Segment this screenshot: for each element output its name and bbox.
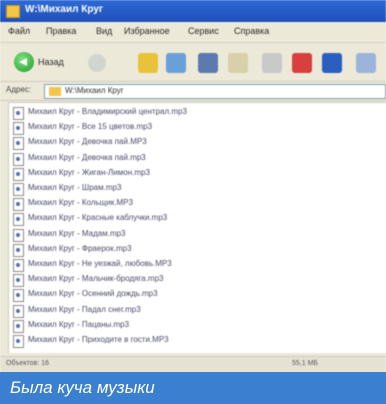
back-button-label[interactable]: Назад (38, 57, 64, 67)
audio-file-icon (13, 304, 24, 318)
file-name: Михаил Круг - Девочка пай.mp3 (28, 152, 146, 162)
audio-file-icon (13, 289, 24, 303)
menu-help[interactable]: Справка (234, 26, 269, 36)
audio-file-icon (13, 213, 24, 227)
undo-icon[interactable] (322, 53, 342, 73)
file-name: Михаил Круг - Пацаны.mp3 (28, 319, 130, 329)
views-icon[interactable] (356, 53, 376, 73)
caption-bar: Была куча музыки (0, 372, 386, 404)
file-row[interactable]: Михаил Круг - Мальчик-бродяга.mp3 (13, 274, 373, 288)
folder-icon (49, 87, 61, 96)
folder-icon (6, 5, 20, 18)
search-icon[interactable] (166, 53, 186, 73)
file-row[interactable]: Михаил Круг - Приходите в гости.MP3 (13, 335, 373, 348)
address-input[interactable]: W:\Михаил Круг (44, 84, 386, 99)
up-folder-icon[interactable] (138, 53, 158, 73)
file-name: Михаил Круг - Жиган-Лимон.mp3 (28, 167, 150, 177)
file-row[interactable]: Михаил Круг - Фраерок.mp3 (13, 243, 373, 257)
explorer-window: W:\Михаил Круг Файл Правка Вид Избранное… (0, 0, 386, 373)
title-bar[interactable]: W:\Михаил Круг (0, 0, 386, 22)
file-name: Михаил Круг - Не уезжай, любовь.MP3 (28, 259, 172, 268)
file-row[interactable]: Михаил Круг - Падал снег.mp3 (13, 304, 373, 318)
file-row[interactable]: Михаил Круг - Девочка пай.MP3 (13, 137, 373, 151)
cut-icon[interactable] (198, 53, 218, 73)
file-name: Михаил Круг - Кольщик.MP3 (28, 198, 133, 208)
file-name: Михаил Круг - Падал снег.mp3 (28, 304, 141, 314)
file-row[interactable]: Михаил Круг - Пацаны.mp3 (13, 319, 373, 333)
audio-file-icon (13, 107, 24, 120)
menu-view[interactable]: Вид (96, 26, 112, 36)
file-name: Михаил Круг - Все 15 цветов.mp3 (28, 122, 153, 132)
audio-file-icon (13, 259, 24, 272)
file-row[interactable]: Михаил Круг - Девочка пай.mp3 (13, 152, 373, 166)
toolbar: Назад (0, 43, 386, 82)
file-row[interactable]: Михаил Круг - Жиган-Лимон.mp3 (13, 167, 373, 181)
screenshot-photo: W:\Михаил Круг Файл Правка Вид Избранное… (0, 0, 386, 404)
menu-favorites[interactable]: Избранное (124, 26, 170, 36)
audio-file-icon (13, 274, 24, 288)
file-name: Михаил Круг - Девочка пай.MP3 (28, 137, 147, 147)
window-title: W:\Михаил Круг (25, 4, 104, 15)
audio-file-icon (13, 122, 24, 136)
back-icon[interactable] (14, 52, 34, 72)
file-name: Михаил Круг - Шрам.mp3 (28, 183, 122, 192)
audio-file-icon (13, 319, 24, 333)
file-name: Михаил Круг - Владимирский централ.mp3 (28, 107, 187, 116)
status-object-count: Объектов: 16 (6, 360, 50, 367)
file-row[interactable]: Михаил Круг - Не уезжай, любовь.MP3 (13, 259, 373, 272)
file-row[interactable]: Михаил Круг - Красные каблучки.mp3 (13, 213, 373, 227)
address-bar: Адрес: W:\Михаил Круг (0, 82, 386, 101)
file-name: Михаил Круг - Осенний дождь.mp3 (28, 289, 158, 299)
file-name: Михаил Круг - Приходите в гости.MP3 (28, 335, 169, 344)
forward-icon[interactable] (88, 54, 106, 72)
audio-file-icon (13, 167, 24, 181)
file-name: Михаил Круг - Мадам.mp3 (28, 228, 126, 238)
file-list: Михаил Круг - Владимирский централ.mp3 Ми… (8, 102, 386, 353)
file-row[interactable]: Михаил Круг - Мадам.mp3 (13, 228, 373, 242)
paste-icon[interactable] (262, 53, 282, 73)
menu-tools[interactable]: Сервис (188, 26, 219, 36)
address-label: Адрес: (6, 85, 32, 94)
copy-icon[interactable] (228, 53, 248, 73)
file-row[interactable]: Михаил Круг - Осенний дождь.mp3 (13, 289, 373, 303)
delete-icon[interactable] (292, 53, 312, 73)
file-row[interactable]: Михаил Круг - Шрам.mp3 (13, 183, 373, 196)
audio-file-icon (13, 335, 24, 348)
file-name: Михаил Круг - Фраерок.mp3 (28, 243, 132, 253)
status-size: 55,1 МБ (292, 360, 318, 367)
caption: Была куча музыки (10, 378, 155, 397)
audio-file-icon (13, 228, 24, 242)
file-name: Михаил Круг - Мальчик-бродяга.mp3 (28, 274, 164, 284)
file-row[interactable]: Михаил Круг - Кольщик.MP3 (13, 198, 373, 212)
file-row[interactable]: Михаил Круг - Все 15 цветов.mp3 (13, 122, 373, 136)
menu-bar: Файл Правка Вид Избранное Сервис Справка (0, 22, 386, 43)
audio-file-icon (13, 183, 24, 196)
address-value: W:\Михаил Круг (65, 86, 124, 95)
menu-edit[interactable]: Правка (46, 26, 76, 36)
status-bar: Объектов: 16 55,1 МБ (0, 356, 386, 373)
file-row[interactable]: Михаил Круг - Владимирский централ.mp3 (13, 107, 373, 120)
audio-file-icon (13, 152, 24, 166)
file-name: Михаил Круг - Красные каблучки.mp3 (28, 213, 168, 223)
audio-file-icon (13, 137, 24, 151)
menu-file[interactable]: Файл (8, 26, 30, 36)
audio-file-icon (13, 198, 24, 212)
audio-file-icon (13, 243, 24, 257)
